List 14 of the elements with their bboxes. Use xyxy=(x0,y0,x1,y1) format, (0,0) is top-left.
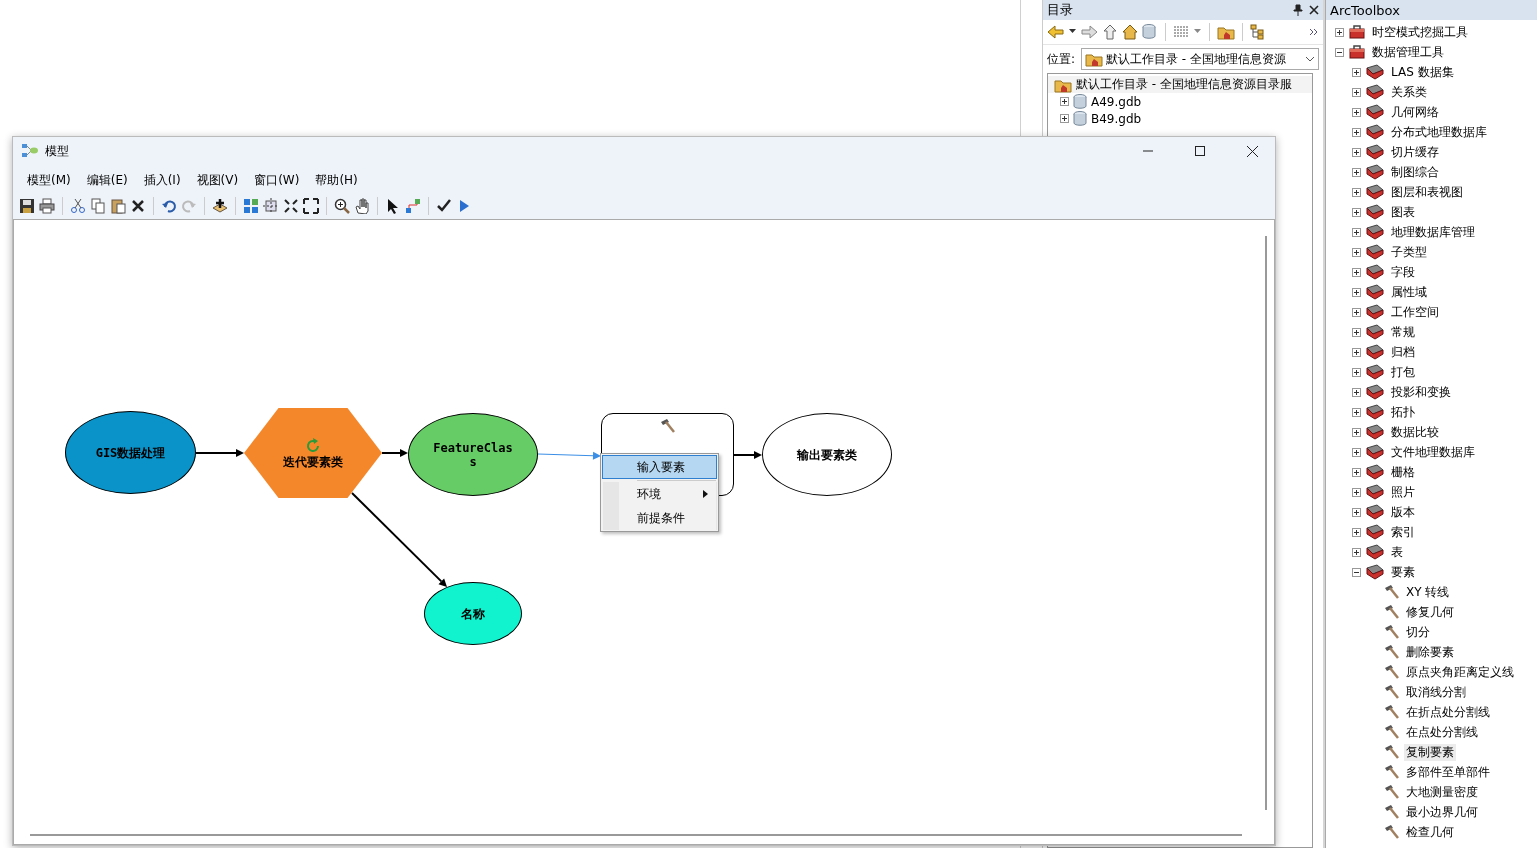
location-text: 默认工作目录 - 全国地理信息资源 xyxy=(1106,50,1286,68)
location-label: 位置: xyxy=(1047,50,1076,68)
node-label: 迭代要素类 xyxy=(282,455,344,469)
menu-item-label: 环境 xyxy=(637,485,661,503)
menu-item-label: 前提条件 xyxy=(637,509,685,527)
panel-title: 目录 xyxy=(1047,1,1073,19)
menu-item-label: 输入要素 xyxy=(637,458,685,476)
node-label: GIS数据处理 xyxy=(94,445,167,460)
tree-label: 默认工作目录 - 全国地理信息资源目录服 xyxy=(1076,76,1292,93)
node-label: FeatureClass xyxy=(432,440,514,469)
panel-title: ArcToolbox xyxy=(1330,2,1400,18)
node-label: 输出要素类 xyxy=(795,447,858,462)
window-title: 模型 xyxy=(45,142,70,160)
node-label: 名称 xyxy=(460,606,486,621)
